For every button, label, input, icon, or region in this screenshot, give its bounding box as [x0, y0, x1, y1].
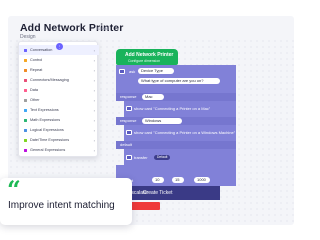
- chevron-right-icon: ›: [93, 107, 95, 113]
- drag-handle-icon[interactable]: ⋮: [56, 43, 63, 50]
- category-label: General Expressions: [30, 148, 66, 152]
- card-icon: [126, 130, 132, 135]
- promo-text: Improve intent matching: [8, 200, 115, 211]
- category-label: Data: [30, 88, 39, 92]
- category-label: Logical Expressions: [30, 128, 64, 132]
- chevron-right-icon: ›: [93, 97, 95, 103]
- category-item-datetime-expressions[interactable]: Date/Time Expressions ›: [19, 135, 99, 145]
- chevron-right-icon: ›: [93, 127, 95, 133]
- category-item-control[interactable]: Control ›: [19, 55, 99, 65]
- category-color-swatch: [24, 128, 27, 132]
- start-block-title: Add Network Printer: [125, 52, 174, 58]
- timeout-field-2[interactable]: 15: [172, 177, 184, 183]
- timeout-field-1[interactable]: 10: [152, 177, 164, 183]
- category-item-general-expressions[interactable]: General Expressions ›: [19, 145, 99, 155]
- chevron-right-icon: ›: [93, 47, 95, 53]
- category-item-other[interactable]: Other ›: [19, 95, 99, 105]
- response-label: response: [120, 94, 137, 99]
- category-color-swatch: [24, 68, 27, 72]
- chevron-right-icon: ›: [93, 137, 95, 143]
- chevron-right-icon: ›: [93, 77, 95, 83]
- category-item-data[interactable]: Data ›: [19, 85, 99, 95]
- category-color-swatch: [24, 138, 27, 142]
- category-label: Control: [30, 58, 43, 62]
- category-item-math-expressions[interactable]: Math Expressions ›: [19, 115, 99, 125]
- category-item-connectors[interactable]: Connectors/Messaging ›: [19, 75, 99, 85]
- category-item-repeat[interactable]: Repeat ›: [19, 65, 99, 75]
- chevron-right-icon: ›: [93, 117, 95, 123]
- category-item-logical-expressions[interactable]: Logical Expressions ›: [19, 125, 99, 135]
- ask-label: ask: [129, 69, 136, 74]
- category-label: Repeat: [30, 68, 43, 72]
- breadcrumb-design[interactable]: Design: [20, 34, 36, 40]
- category-label: Connectors/Messaging: [30, 78, 69, 82]
- category-item-text-expressions[interactable]: Text Expressions ›: [19, 105, 99, 115]
- category-label: Math Expressions: [30, 118, 61, 122]
- chat-icon: [119, 69, 125, 74]
- category-color-swatch: [24, 48, 27, 52]
- ask-question-field[interactable]: What type of computer are you on?: [138, 78, 220, 84]
- category-color-swatch: [24, 98, 27, 102]
- show-card-mac-label: show card "Connecting a Printer on a Mac…: [134, 106, 211, 111]
- ask-type-field[interactable]: Device Type: [138, 68, 174, 74]
- category-label: Text Expressions: [30, 108, 59, 112]
- block-category-panel: Conversation › Control › Repeat › Connec…: [18, 41, 99, 157]
- timeout-field-3[interactable]: 1000: [194, 177, 210, 183]
- response-windows-field[interactable]: Windows: [142, 118, 182, 124]
- show-card-windows-label: show card "Connecting a Printer on a Win…: [134, 130, 236, 135]
- transfer-chip[interactable]: Default: [154, 155, 171, 160]
- start-block-subtitle: Configure dimension: [128, 59, 161, 63]
- transfer-icon: [126, 155, 132, 160]
- chevron-right-icon: ›: [93, 67, 95, 73]
- create-ticket-label[interactable]: Create Ticket: [143, 190, 172, 196]
- chevron-right-icon: ›: [93, 87, 95, 93]
- category-color-swatch: [24, 148, 27, 152]
- category-label: Date/Time Expressions: [30, 138, 70, 142]
- category-color-swatch: [24, 108, 27, 112]
- chevron-right-icon: ›: [93, 57, 95, 63]
- response-mac-field[interactable]: Mac: [142, 94, 164, 100]
- chevron-right-icon: ›: [93, 147, 95, 153]
- canvas: Add Network Printer Saved Design Convers…: [0, 0, 300, 225]
- quote-icon: “: [7, 175, 21, 204]
- category-color-swatch: [24, 88, 27, 92]
- save-status: Saved: [96, 26, 109, 31]
- card-icon: [126, 106, 132, 111]
- default-label: default: [120, 142, 133, 147]
- response-label: response: [120, 118, 137, 123]
- category-label: Other: [30, 98, 40, 102]
- category-color-swatch: [24, 118, 27, 122]
- category-color-swatch: [24, 58, 27, 62]
- transfer-label: transfer: [134, 155, 148, 160]
- default-header[interactable]: [116, 141, 236, 149]
- category-color-swatch: [24, 78, 27, 82]
